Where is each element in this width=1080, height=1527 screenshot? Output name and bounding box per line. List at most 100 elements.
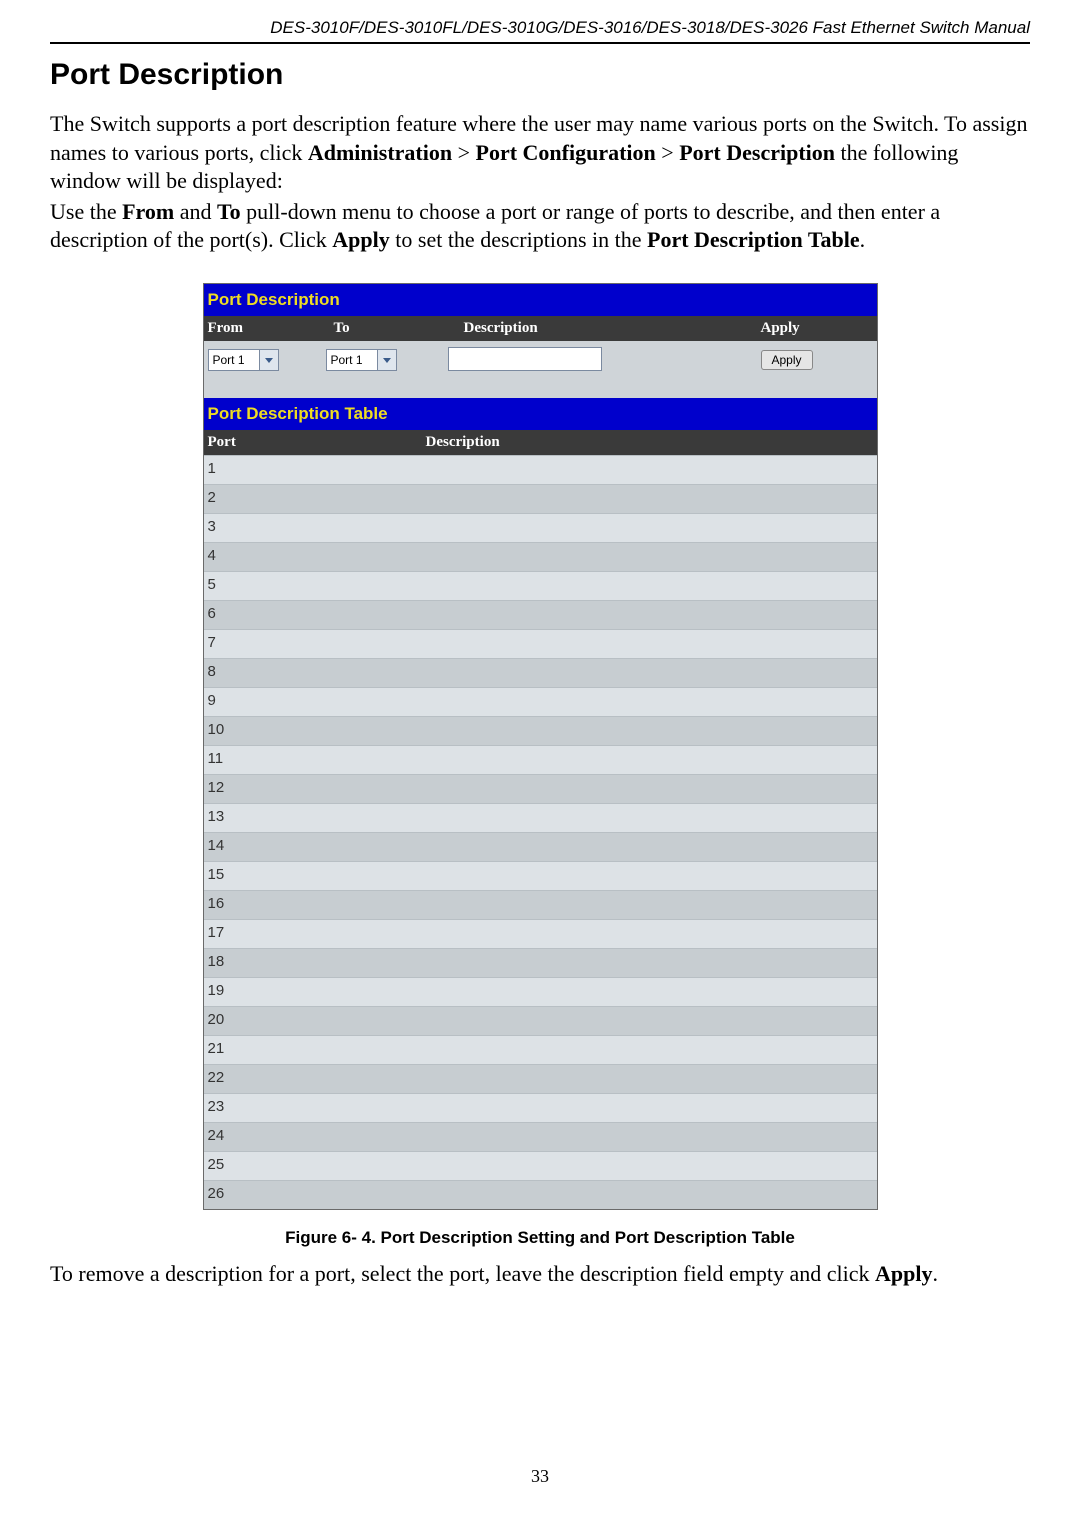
port-cell: 9 xyxy=(204,688,422,716)
port-cell: 25 xyxy=(204,1152,422,1180)
page-header: DES-3010F/DES-3010FL/DES-3010G/DES-3016/… xyxy=(50,0,1030,38)
table-row: 25 xyxy=(204,1151,877,1180)
port-description-table-body: 1234567891011121314151617181920212223242… xyxy=(204,455,877,1209)
port-cell: 10 xyxy=(204,717,422,745)
port-description-table-title: Port Description Table xyxy=(204,398,877,430)
table-row: 14 xyxy=(204,832,877,861)
table-row: 15 xyxy=(204,861,877,890)
para1-gt2: > xyxy=(656,140,679,165)
figure-caption: Figure 6- 4. Port Description Setting an… xyxy=(50,1228,1030,1248)
description-cell xyxy=(422,833,877,861)
description-cell xyxy=(422,804,877,832)
para1-b2: Port Configuration xyxy=(476,140,656,165)
description-cell xyxy=(422,1036,877,1064)
port-cell: 26 xyxy=(204,1181,422,1209)
table-row: 7 xyxy=(204,629,877,658)
para1-b1: Administration xyxy=(308,140,452,165)
port-cell: 6 xyxy=(204,601,422,629)
table-row: 26 xyxy=(204,1180,877,1209)
para2-b2: To xyxy=(217,199,241,224)
table-header-row: Port Description xyxy=(204,430,877,455)
para1-b3: Port Description xyxy=(679,140,835,165)
chevron-down-icon xyxy=(265,358,273,363)
table-row: 12 xyxy=(204,774,877,803)
table-row: 11 xyxy=(204,745,877,774)
description-cell xyxy=(422,1007,877,1035)
to-port-select[interactable]: Port 1 xyxy=(326,349,397,371)
table-row: 3 xyxy=(204,513,877,542)
port-description-panel-title: Port Description xyxy=(204,284,877,316)
para3-t2: . xyxy=(932,1261,938,1286)
from-port-select-value: Port 1 xyxy=(208,349,259,371)
col-header-to: To xyxy=(330,316,460,341)
table-row: 5 xyxy=(204,571,877,600)
para2-t1: Use the xyxy=(50,199,122,224)
embedded-screenshot: Port Description From To Description App… xyxy=(203,283,878,1210)
table-row: 24 xyxy=(204,1122,877,1151)
description-cell xyxy=(422,862,877,890)
table-row: 6 xyxy=(204,600,877,629)
port-cell: 18 xyxy=(204,949,422,977)
col-header-apply: Apply xyxy=(757,316,877,341)
port-cell: 20 xyxy=(204,1007,422,1035)
description-cell xyxy=(422,485,877,513)
para2-b3: Apply xyxy=(332,227,389,252)
table-row: 16 xyxy=(204,890,877,919)
description-cell xyxy=(422,1181,877,1209)
table-row: 1 xyxy=(204,455,877,484)
port-cell: 12 xyxy=(204,775,422,803)
description-cell xyxy=(422,1152,877,1180)
header-rule xyxy=(50,42,1030,44)
port-cell: 24 xyxy=(204,1123,422,1151)
para3-t1: To remove a description for a port, sele… xyxy=(50,1261,875,1286)
table-row: 19 xyxy=(204,977,877,1006)
panel-gap xyxy=(204,380,877,398)
para1-gt1: > xyxy=(452,140,475,165)
description-cell xyxy=(422,978,877,1006)
section-title: Port Description xyxy=(50,58,1030,92)
port-cell: 1 xyxy=(204,456,422,484)
description-cell xyxy=(422,572,877,600)
document-page: DES-3010F/DES-3010FL/DES-3010G/DES-3016/… xyxy=(0,0,1080,1527)
table-row: 9 xyxy=(204,687,877,716)
from-port-select-arrow-button[interactable] xyxy=(259,349,279,371)
col-header-description: Description xyxy=(460,316,757,341)
para3: To remove a description for a port, sele… xyxy=(50,1260,1030,1289)
para2-t5: . xyxy=(860,227,866,252)
port-cell: 16 xyxy=(204,891,422,919)
chevron-down-icon xyxy=(383,358,391,363)
description-cell xyxy=(422,775,877,803)
port-cell: 14 xyxy=(204,833,422,861)
description-cell xyxy=(422,746,877,774)
table-row: 20 xyxy=(204,1006,877,1035)
para1: The Switch supports a port description f… xyxy=(50,110,1030,196)
page-number: 33 xyxy=(0,1466,1080,1487)
description-cell xyxy=(422,543,877,571)
port-cell: 22 xyxy=(204,1065,422,1093)
apply-button[interactable]: Apply xyxy=(761,350,813,370)
description-cell xyxy=(422,1065,877,1093)
table-header-description: Description xyxy=(422,430,877,455)
port-cell: 3 xyxy=(204,514,422,542)
description-input[interactable] xyxy=(448,347,602,371)
table-row: 23 xyxy=(204,1093,877,1122)
to-port-select-arrow-button[interactable] xyxy=(377,349,397,371)
description-cell xyxy=(422,717,877,745)
description-cell xyxy=(422,688,877,716)
table-row: 13 xyxy=(204,803,877,832)
port-cell: 17 xyxy=(204,920,422,948)
table-row: 2 xyxy=(204,484,877,513)
port-cell: 23 xyxy=(204,1094,422,1122)
form-header-row: From To Description Apply xyxy=(204,316,877,341)
port-description-panel: Port Description From To Description App… xyxy=(203,283,878,1210)
port-cell: 7 xyxy=(204,630,422,658)
port-cell: 2 xyxy=(204,485,422,513)
description-cell xyxy=(422,920,877,948)
table-row: 22 xyxy=(204,1064,877,1093)
para2-b4: Port Description Table xyxy=(647,227,860,252)
from-port-select[interactable]: Port 1 xyxy=(208,349,279,371)
description-cell xyxy=(422,659,877,687)
table-row: 4 xyxy=(204,542,877,571)
form-controls-row: Port 1 Port 1 xyxy=(204,341,877,380)
description-cell xyxy=(422,601,877,629)
